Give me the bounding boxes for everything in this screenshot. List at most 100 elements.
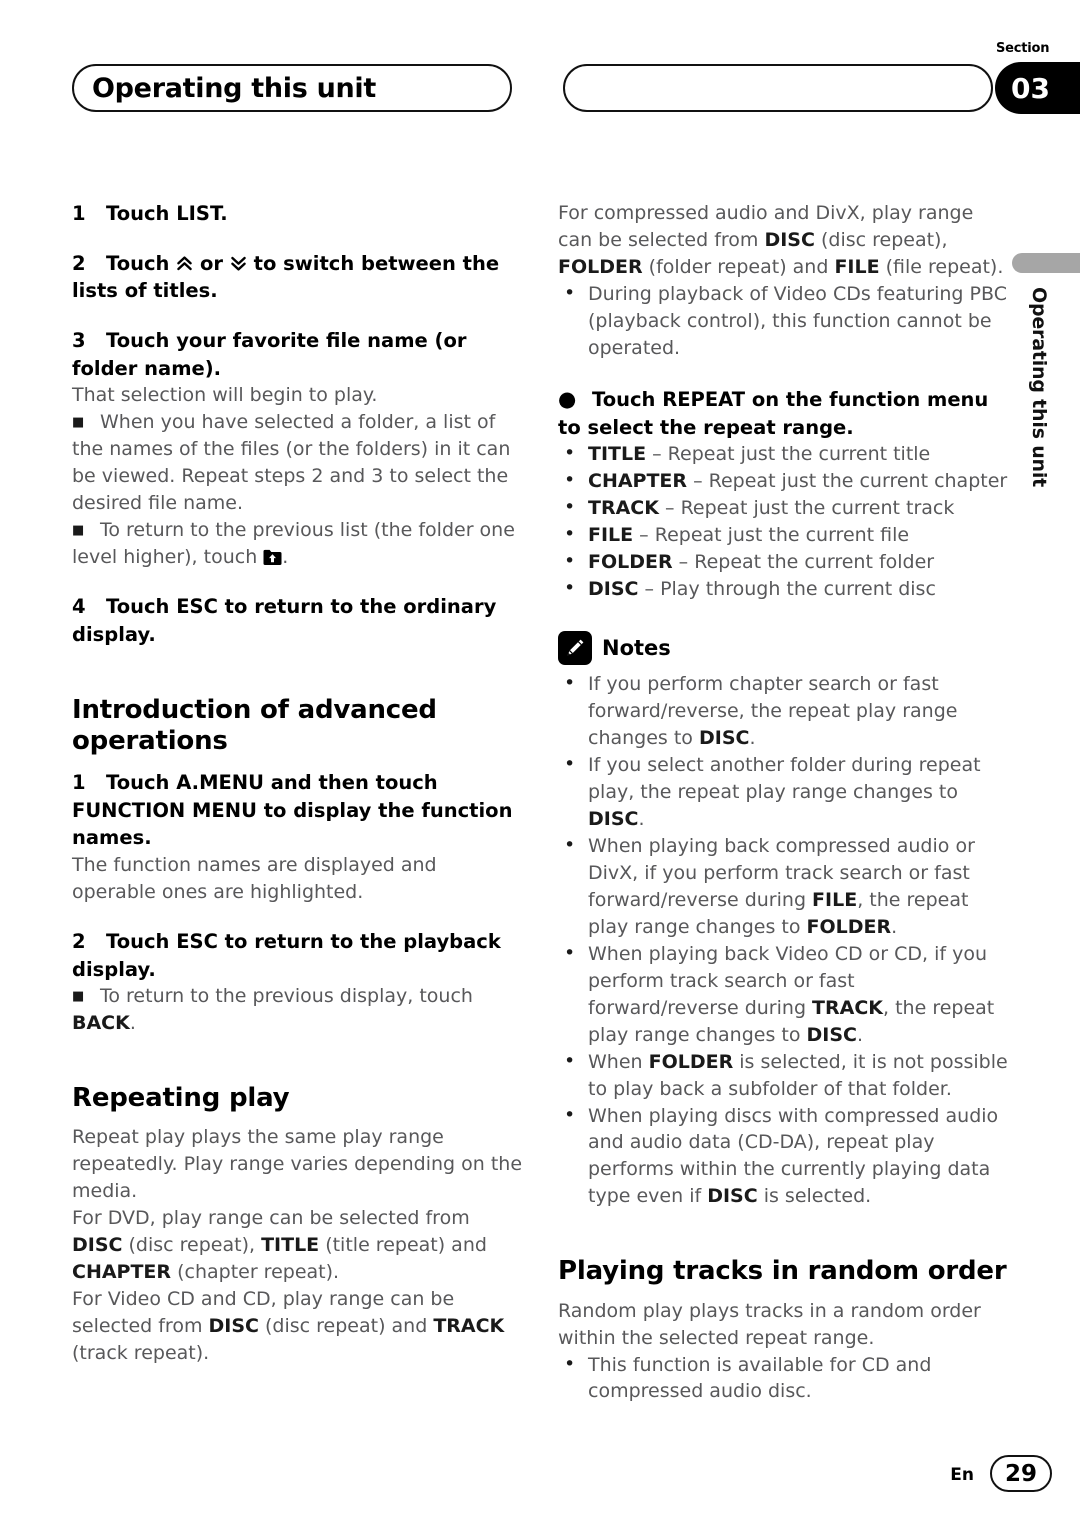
repeat-p2-d: (title repeat) and: [319, 1234, 487, 1257]
step-2-text-before: Touch: [106, 251, 170, 275]
step-3-number: 3: [72, 329, 86, 353]
step-3-body: That selection will begin to play.: [72, 384, 378, 407]
pencil-icon: [558, 631, 592, 665]
step-1-number: 1: [72, 202, 86, 225]
list-item: CHAPTER – Repeat just the current chapte…: [558, 467, 1010, 495]
repeat-range-desc: Repeat just the current file: [654, 524, 910, 547]
step-3-text: Touch your favorite file name (or folder…: [72, 329, 467, 380]
intro-step-2: 2 Touch ESC to return to the playback dis…: [72, 928, 524, 983]
repeat-p3-c: (disc repeat) and: [258, 1315, 434, 1338]
random-note-1: This function is available for CD and co…: [558, 1351, 1010, 1406]
note1-c: .: [749, 726, 756, 749]
repeat-p2-e: (chapter repeat).: [171, 1261, 340, 1284]
side-tab: Operating this unit: [1002, 253, 1080, 543]
intro-step-2-note: ■ To return to the previous display, touc…: [72, 983, 524, 1037]
intro-step-2-text: Touch ESC to return to the playback disp…: [72, 929, 501, 981]
repeat-range-term: CHAPTER: [588, 470, 688, 493]
note3-folder: FOLDER: [806, 915, 892, 938]
list-item: TRACK – Repeat just the current track: [558, 494, 1010, 522]
list-item: When playing discs with compressed audio…: [558, 1102, 1010, 1211]
step-3: 3 Touch your favorite file name (or folde…: [72, 327, 524, 382]
step-2: 2 Touch or to switch between the lists of…: [72, 250, 524, 305]
repeat-instruction: ● Touch REPEAT on the function menu to se…: [558, 386, 1010, 441]
right-p1-file: FILE: [834, 255, 880, 278]
repeat-instruction-text: Touch REPEAT on the function menu to sel…: [558, 387, 989, 439]
note2-c: .: [638, 807, 645, 830]
step-3-note-1-text: When you have selected a folder, a list …: [72, 411, 511, 515]
footer-language: En: [950, 1465, 974, 1485]
list-item: When FOLDER is selected, it is not possi…: [558, 1048, 1010, 1103]
square-bullet-icon: ■: [72, 523, 85, 539]
intro-step-2-number: 2: [72, 929, 86, 953]
step-2-text-mid: or: [200, 251, 224, 275]
heading-repeating-play: Repeating play: [72, 1083, 290, 1114]
note-pbc: During playback of Video CDs featuring P…: [558, 280, 1010, 362]
list-item: DISC – Play through the current disc: [558, 575, 1010, 603]
repeat-p3-disc: DISC: [208, 1315, 259, 1338]
notes-list: If you perform chapter search or fast fo…: [558, 670, 1010, 1211]
square-bullet-icon: ■: [72, 415, 85, 431]
left-column: 1 Touch LIST. 2 Touch or to switch between…: [72, 200, 524, 1367]
page-title: Operating this unit: [92, 72, 376, 104]
folder-up-icon: [263, 547, 282, 566]
right-paragraph-1: For compressed audio and DivX, play rang…: [558, 200, 1010, 281]
header-empty-pill: [563, 64, 993, 112]
right-p1-disc: DISC: [764, 228, 815, 251]
intro-step-1: 1 Touch A.MENU and then touch FUNCTION ME…: [72, 769, 524, 852]
intro-step-2-note-after: .: [129, 1012, 136, 1035]
intro-step-1-number: 1: [72, 770, 86, 794]
note3-d: .: [891, 915, 898, 938]
repeat-range-term: TRACK: [588, 497, 659, 520]
note4-track: TRACK: [812, 996, 884, 1019]
heading-random-order: Playing tracks in random order: [558, 1256, 1007, 1287]
step-2-number: 2: [72, 251, 86, 275]
list-item: If you select another folder during repe…: [558, 751, 1010, 833]
page-header: Operating this unit Section 03: [0, 0, 1080, 130]
repeat-range-desc: Repeat just the current track: [680, 497, 955, 520]
intro-step-2-note-bold: BACK: [72, 1012, 130, 1035]
note1-a: If you perform chapter search or fast fo…: [588, 673, 958, 749]
note6-c: is selected.: [757, 1185, 872, 1208]
repeat-range-desc: Play through the current disc: [660, 578, 936, 601]
step-4-number: 4: [72, 595, 86, 619]
repeat-range-term: FOLDER: [588, 551, 673, 574]
repeat-range-term: TITLE: [588, 443, 647, 466]
random-paragraph-1: Random play plays tracks in a random ord…: [558, 1299, 981, 1349]
note4-d: .: [857, 1023, 864, 1046]
square-bullet-icon: ■: [72, 989, 85, 1005]
page-title-pill: Operating this unit: [72, 64, 512, 112]
repeat-p2-title: TITLE: [261, 1234, 320, 1257]
repeat-range-desc: Repeat just the current chapter: [708, 470, 1008, 493]
step-3-note-1: ■ When you have selected a folder, a list…: [72, 409, 524, 517]
right-p1-c: (disc repeat),: [814, 228, 948, 251]
side-tab-bar: [1012, 253, 1080, 273]
section-label: Section: [996, 41, 1050, 56]
right-p1-folder: FOLDER: [558, 255, 643, 278]
step-3-note-2: ■ To return to the previous list (the fol…: [72, 517, 524, 571]
chevron-double-up-icon: [176, 252, 193, 270]
list-item: When playing back compressed audio or Di…: [558, 832, 1010, 941]
right-p1-e: (file repeat).: [879, 255, 1004, 278]
right-p1-d: (folder repeat) and: [642, 255, 835, 278]
repeat-p3-d: (track repeat).: [72, 1342, 210, 1365]
intro-step-1-body: The function names are displayed and ope…: [72, 854, 437, 903]
intro-step-2-note-before: To return to the previous display, touch: [100, 985, 473, 1008]
notes-header: Notes: [558, 631, 1010, 665]
chevron-double-down-icon: [230, 252, 247, 271]
side-tab-label: Operating this unit: [1028, 287, 1050, 488]
repeat-p2-disc: DISC: [72, 1234, 123, 1257]
right-column: For compressed audio and DivX, play rang…: [558, 200, 1010, 1405]
repeat-range-desc: Repeat just the current title: [667, 443, 931, 466]
note2-a: If you select another folder during repe…: [588, 753, 981, 803]
repeat-range-list: TITLE – Repeat just the current title CH…: [558, 440, 1010, 603]
note1-disc: DISC: [698, 726, 750, 749]
intro-step-1-text: Touch A.MENU and then touch FUNCTION MEN…: [72, 770, 513, 850]
list-item: If you perform chapter search or fast fo…: [558, 670, 1010, 752]
repeating-paragraph-3: For Video CD and CD, play range can be s…: [72, 1286, 524, 1367]
step-3-note-2-text-after: .: [282, 546, 289, 569]
step-1-text: Touch LIST.: [106, 202, 228, 225]
note5-folder: FOLDER: [648, 1050, 734, 1073]
page-footer: En 29: [0, 1455, 1080, 1505]
notes-title: Notes: [602, 636, 671, 660]
list-item: FOLDER – Repeat the current folder: [558, 548, 1010, 576]
